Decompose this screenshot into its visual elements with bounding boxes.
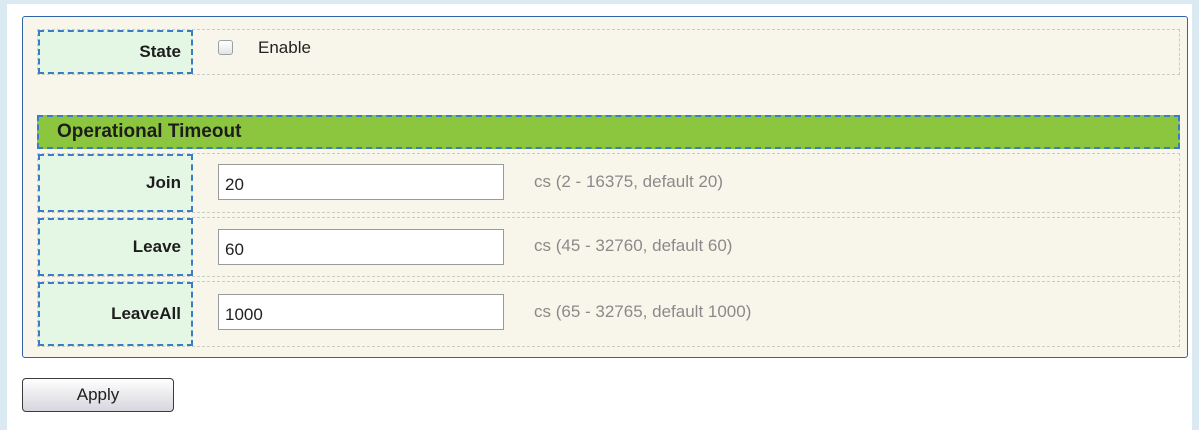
join-label: Join — [38, 154, 193, 212]
state-row: State Enable — [37, 29, 1180, 75]
settings-panel: State Enable Operational Timeout Join cs… — [22, 16, 1188, 358]
enable-checkbox[interactable] — [218, 40, 233, 55]
leaveall-input[interactable] — [218, 294, 504, 330]
join-row: Join cs (2 - 16375, default 20) — [37, 153, 1180, 213]
section-header: Operational Timeout — [37, 115, 1180, 149]
section-title: Operational Timeout — [57, 121, 242, 142]
leave-row: Leave cs (45 - 32760, default 60) — [37, 217, 1180, 277]
enable-label[interactable]: Enable — [258, 38, 311, 58]
leave-hint: cs (45 - 32760, default 60) — [534, 236, 733, 255]
apply-button[interactable]: Apply — [22, 378, 174, 412]
state-label: State — [38, 30, 193, 74]
leave-label: Leave — [38, 218, 193, 276]
leaveall-hint: cs (65 - 32765, default 1000) — [534, 302, 752, 321]
leaveall-label: LeaveAll — [38, 282, 193, 346]
leaveall-row: LeaveAll cs (65 - 32765, default 1000) — [37, 281, 1180, 347]
join-input[interactable] — [218, 164, 504, 200]
join-hint: cs (2 - 16375, default 20) — [534, 172, 724, 191]
leave-input[interactable] — [218, 229, 504, 265]
